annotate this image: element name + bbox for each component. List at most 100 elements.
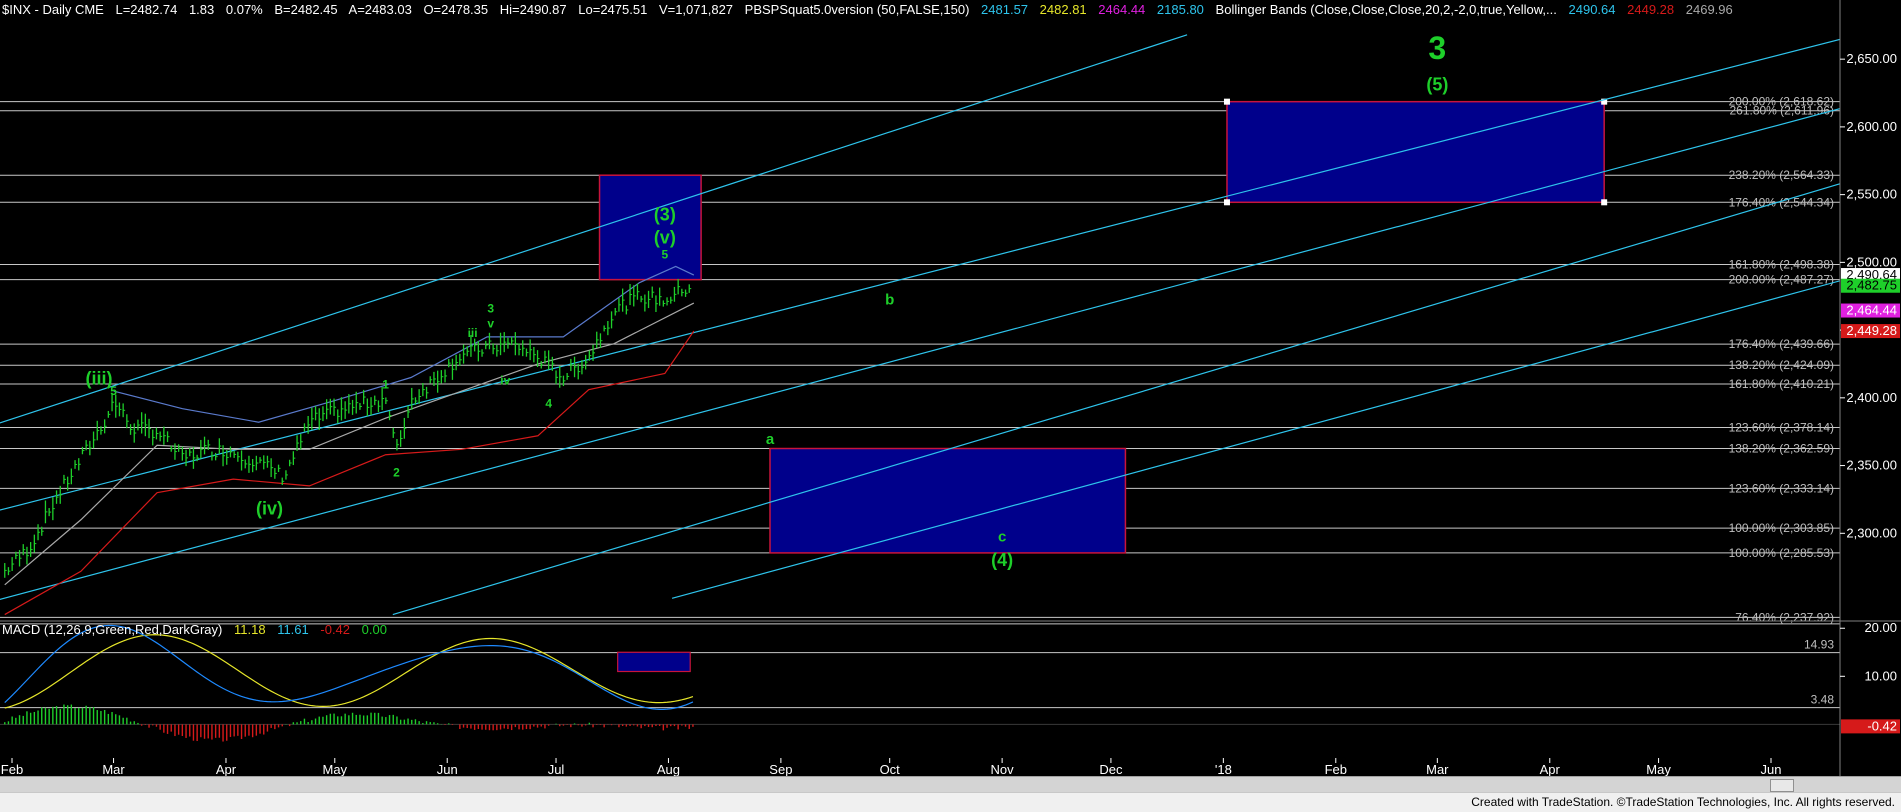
time-tick-label: Apr — [1540, 762, 1561, 777]
price-tick-label: 2,550.00 — [1846, 187, 1897, 202]
study1-val-1: 2481.57 — [981, 2, 1028, 17]
scroll-thumb[interactable] — [1770, 779, 1794, 792]
time-tick-label: May — [1646, 762, 1671, 777]
wave-label: (v) — [654, 227, 676, 247]
fib-level-label: 100.00% (2,303.85) — [1729, 521, 1834, 535]
wave-label: 3 — [1428, 30, 1446, 66]
box-handle — [1223, 98, 1230, 105]
time-tick-label: Jun — [437, 762, 458, 777]
time-tick-label: Dec — [1099, 762, 1123, 777]
price-flag-label: 2,464.44 — [1846, 303, 1897, 318]
price-flag-label: 2,449.28 — [1846, 323, 1897, 338]
study2-label: Bollinger Bands (Close,Close,Close,20,2,… — [1216, 2, 1557, 17]
time-tick-label: Feb — [1325, 762, 1347, 777]
price-tick-label: 2,650.00 — [1846, 51, 1897, 66]
price-tick-label: 2,300.00 — [1846, 525, 1897, 540]
time-tick-label: May — [323, 762, 348, 777]
wave-label: b — [885, 291, 894, 308]
wave-label: 2 — [393, 465, 400, 479]
study1-val-3: 2464.44 — [1098, 2, 1145, 17]
volume: V=1,071,827 — [659, 2, 733, 17]
high-price: Hi=2490.87 — [500, 2, 567, 17]
time-tick-label: Nov — [991, 762, 1015, 777]
macd-header: MACD (12,26,9,Green,Red,DarkGray) 11.18 … — [2, 622, 387, 637]
wave-label: 5 — [110, 384, 117, 398]
symbol-label: $INX - Daily CME — [2, 2, 104, 17]
wave-label: (4) — [991, 550, 1013, 570]
wave-label: (3) — [654, 204, 676, 224]
copyright-text: Created with TradeStation. ©TradeStation… — [1471, 795, 1895, 809]
last-price: L=2482.74 — [115, 2, 177, 17]
wave-label: c — [998, 528, 1006, 545]
wave-label: v — [487, 316, 494, 330]
macd-label: MACD (12,26,9,Green,Red,DarkGray) — [2, 622, 222, 637]
wave-label: (iii) — [86, 368, 113, 388]
wave-label: iii — [468, 326, 478, 340]
fib-level-label: 123.60% (2,333.14) — [1729, 481, 1834, 495]
price-tick-label: 2,600.00 — [1846, 119, 1897, 134]
time-tick-label: Mar — [102, 762, 125, 777]
fib-level-label: 123.60% (2,378.14) — [1729, 420, 1834, 434]
macd-box — [617, 651, 691, 673]
wave-label: (iv) — [256, 498, 283, 518]
macd-tick-label: 20.00 — [1864, 620, 1897, 635]
fib-level-label: 176.40% (2,544.34) — [1729, 195, 1834, 209]
macd-ref-label: 14.93 — [1804, 638, 1834, 652]
time-tick-label: Jun — [1761, 762, 1782, 777]
study1-val-2: 2482.81 — [1040, 2, 1087, 17]
time-tick-label: Jul — [548, 762, 565, 777]
box-handle — [1223, 199, 1230, 206]
fib-level-label: 138.20% (2,362.59) — [1729, 442, 1834, 456]
price-tick-label: 2,350.00 — [1846, 458, 1897, 473]
time-tick-label: Oct — [880, 762, 901, 777]
time-tick-label: Sep — [769, 762, 792, 777]
wave-label: 5 — [661, 247, 668, 261]
price-tick-label: 2,400.00 — [1846, 390, 1897, 405]
fib-level-label: 161.80% (2,498.38) — [1729, 258, 1834, 272]
time-tick-label: Feb — [1, 762, 23, 777]
study2-val-3: 2469.96 — [1686, 2, 1733, 17]
time-scrollbar[interactable] — [0, 776, 1901, 793]
macd-val-1: 11.18 — [234, 622, 266, 637]
study2-val-1: 2490.64 — [1569, 2, 1616, 17]
wave-label: a — [766, 431, 775, 448]
fib-level-label: 76.40% (2,237.92) — [1735, 610, 1834, 624]
ask-price: A=2483.03 — [349, 2, 412, 17]
fib-level-label: 261.80% (2,611.96) — [1729, 104, 1834, 118]
fib-level-label: 138.20% (2,424.09) — [1729, 358, 1834, 372]
footer-bar: Created with TradeStation. ©TradeStation… — [0, 792, 1901, 812]
target-box — [598, 174, 702, 281]
macd-ref-label: 3.48 — [1811, 693, 1835, 707]
macd-tick-label: 10.00 — [1864, 668, 1897, 683]
price-flag-label: 2,482.75 — [1846, 278, 1897, 293]
wave-label: (5) — [1426, 74, 1448, 94]
macd-val-3: -0.42 — [320, 622, 350, 637]
wave-label: 1 — [382, 377, 389, 391]
target-box — [769, 447, 1127, 554]
study2-val-2: 2449.28 — [1627, 2, 1674, 17]
study1-label: PBSPSquat5.0version (50,FALSE,150) — [745, 2, 970, 17]
stock-chart[interactable]: $INX - Daily CME L=2482.74 1.83 0.07% B=… — [0, 0, 1901, 812]
low-price: Lo=2475.51 — [578, 2, 647, 17]
macd-val-2: 11.61 — [277, 622, 309, 637]
time-tick-label: Aug — [657, 762, 680, 777]
header-line: $INX - Daily CME L=2482.74 1.83 0.07% B=… — [2, 2, 1733, 17]
study1-val-4: 2185.80 — [1157, 2, 1204, 17]
wave-label: iv — [500, 373, 510, 387]
time-tick-label: Mar — [1426, 762, 1449, 777]
fib-level-label: 100.00% (2,285.53) — [1729, 546, 1834, 560]
fib-level-label: 238.20% (2,564.33) — [1729, 168, 1834, 182]
open-price: O=2478.35 — [423, 2, 488, 17]
fib-level-label: 161.80% (2,410.21) — [1729, 377, 1834, 391]
box-handle — [1601, 199, 1608, 206]
macd-val-4: 0.00 — [362, 622, 387, 637]
bid-price: B=2482.45 — [274, 2, 337, 17]
macd-flag-label: -0.42 — [1867, 718, 1897, 733]
net-change: 1.83 — [189, 2, 214, 17]
fib-level-label: 200.00% (2,487.27) — [1729, 273, 1834, 287]
wave-label: 4 — [545, 396, 552, 410]
wave-label: 3 — [487, 301, 494, 315]
pct-change: 0.07% — [226, 2, 263, 17]
time-tick-label: '18 — [1215, 762, 1232, 777]
fib-level-label: 176.40% (2,439.66) — [1729, 337, 1834, 351]
